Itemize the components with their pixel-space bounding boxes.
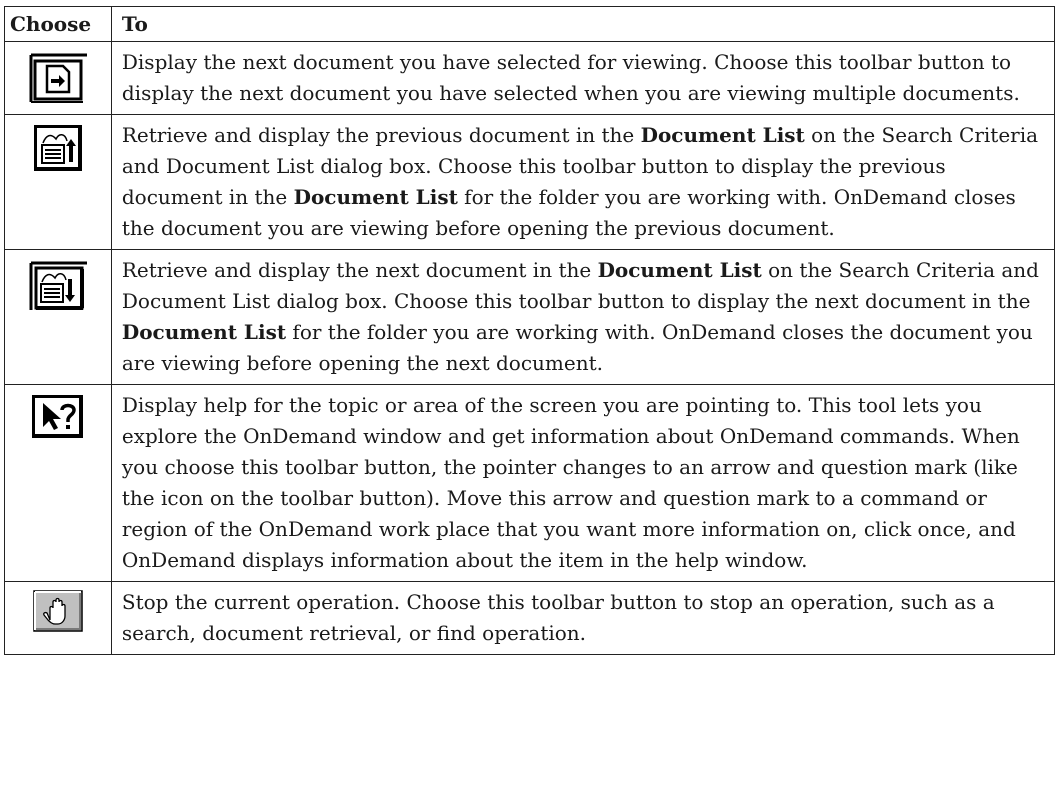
- toolbar-button-table: Choose To Display the next document you …: [4, 6, 1055, 655]
- next-document-list-icon: [29, 261, 87, 310]
- row-description: Display help for the topic or area of th…: [110, 384, 1055, 582]
- table-row: Display the next document you have selec…: [4, 41, 1055, 115]
- stop-hand-icon: [33, 590, 83, 632]
- row-description: Retrieve and display the next document i…: [110, 249, 1055, 385]
- description-text: Retrieve and display the previous docume…: [121, 123, 641, 147]
- row-description: Stop the current operation. Choose this …: [110, 581, 1055, 655]
- table-row: Retrieve and display the previous docume…: [4, 114, 1055, 250]
- table-header-row: Choose To: [4, 6, 1055, 42]
- document-list-ref: Document List: [293, 185, 458, 209]
- document-list-ref: Document List: [121, 320, 287, 344]
- description-text: Display help for the topic or area of th…: [121, 393, 1020, 572]
- table-row: Stop the current operation. Choose this …: [4, 581, 1055, 655]
- column-header-to: To: [110, 6, 1055, 42]
- document-list-ref: Document List: [597, 258, 762, 282]
- row-description: Retrieve and display the previous docume…: [110, 114, 1055, 250]
- table-row: Display help for the topic or area of th…: [4, 384, 1055, 582]
- document-list-ref: Document List: [640, 123, 805, 147]
- table-row: Retrieve and display the next document i…: [4, 249, 1055, 385]
- context-help-icon: [31, 395, 83, 438]
- row-description: Display the next document you have selec…: [110, 41, 1055, 115]
- previous-document-list-icon: [33, 125, 82, 171]
- description-text: Stop the current operation. Choose this …: [121, 590, 995, 645]
- description-text: Display the next document you have selec…: [121, 50, 1020, 105]
- description-text: Retrieve and display the next document i…: [121, 258, 598, 282]
- column-header-choose: Choose: [4, 6, 112, 42]
- next-selected-document-icon: [26, 52, 89, 104]
